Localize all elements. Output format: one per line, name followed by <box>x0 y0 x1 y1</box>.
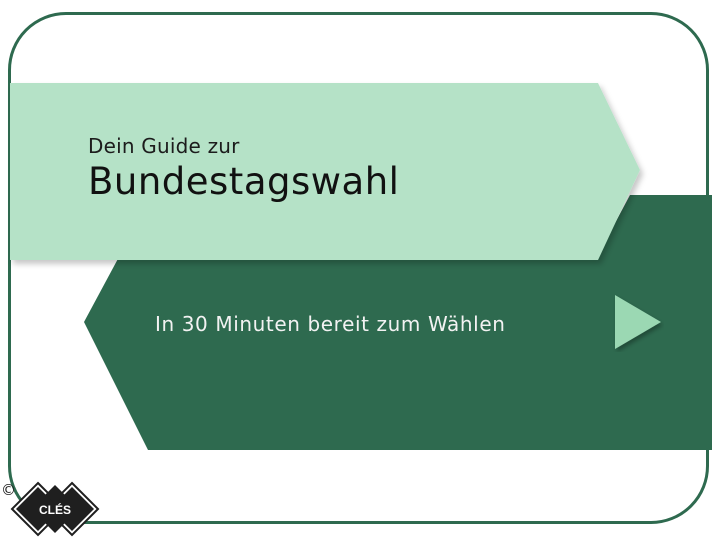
guide-subtitle: Dein Guide zur <box>88 134 240 158</box>
play-triangle-icon <box>615 295 661 349</box>
diamond-logo-icon: CLÉS <box>10 481 100 537</box>
tagline: In 30 Minuten bereit zum Wählen <box>155 312 506 336</box>
title-block: Dein Guide zur Bundestagswahl <box>88 133 568 205</box>
banner-shapes <box>10 83 712 450</box>
cles-logo: CLÉS <box>10 480 102 538</box>
page-title: Bundestagswahl <box>88 160 400 203</box>
play-button[interactable] <box>612 292 664 352</box>
logo-text: CLÉS <box>39 502 71 517</box>
